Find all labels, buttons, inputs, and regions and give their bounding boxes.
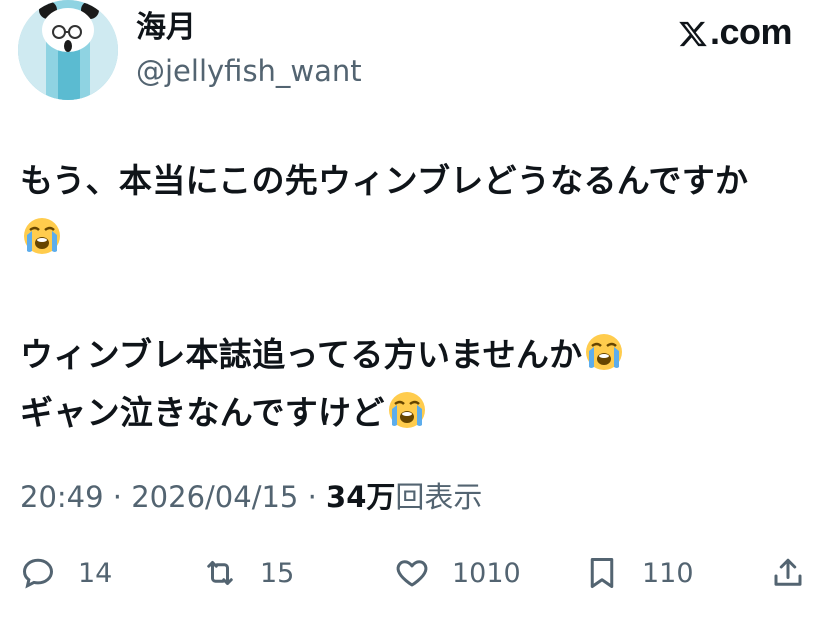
reply-icon bbox=[22, 558, 54, 589]
avatar-image bbox=[18, 0, 118, 100]
reply-count: 14 bbox=[78, 557, 113, 589]
repost-count: 15 bbox=[260, 557, 295, 589]
x-logo-icon bbox=[679, 21, 707, 47]
tweet-time[interactable]: 20:49 bbox=[20, 480, 104, 514]
tweet-line: もう、本当にこの先ウィンブレどうなるんですか bbox=[20, 152, 808, 210]
like-button[interactable]: 1010 bbox=[394, 548, 521, 598]
tweet-line: ウィンブレ本誌追ってる方いませんか bbox=[20, 326, 808, 384]
loudly-crying-face-icon bbox=[388, 392, 425, 428]
repost-icon bbox=[207, 561, 233, 585]
tweet-text: もう、本当にこの先ウィンブレどうなるんですか ウィンブレ本誌追ってる方いませんか… bbox=[20, 152, 808, 442]
share-icon bbox=[774, 558, 802, 586]
tweet-line-text: ウィンブレ本誌追ってる方いませんか bbox=[20, 335, 583, 374]
repost-button[interactable]: 15 bbox=[202, 548, 294, 598]
tweet-date[interactable]: 2026/04/15 bbox=[131, 480, 298, 514]
tweet-line bbox=[20, 210, 808, 268]
heart-icon bbox=[396, 560, 428, 587]
share-button[interactable] bbox=[770, 548, 828, 598]
x-brand: .com bbox=[678, 10, 793, 54]
loudly-crying-face-icon bbox=[24, 218, 60, 254]
tweet-line-text: もう、本当にこの先ウィンブレどうなるんですか bbox=[20, 161, 749, 200]
reply-button[interactable]: 14 bbox=[20, 548, 112, 598]
bookmark-button[interactable]: 110 bbox=[584, 548, 694, 598]
action-bar: 14 15 1010 110 bbox=[0, 548, 828, 598]
tweet-line: ギャン泣きなんですけど bbox=[20, 384, 808, 442]
bookmark-count: 110 bbox=[642, 557, 694, 589]
bookmark-icon bbox=[590, 558, 614, 588]
avatar[interactable] bbox=[18, 0, 118, 100]
display-name[interactable]: 海月 bbox=[136, 8, 196, 48]
views-count: 34万 bbox=[326, 480, 396, 514]
meta-separator: · bbox=[307, 480, 317, 514]
meta-separator: · bbox=[112, 480, 123, 514]
tweet-line-text: ギャン泣きなんですけど bbox=[20, 393, 385, 432]
like-count: 1010 bbox=[452, 557, 521, 589]
user-handle[interactable]: @jellyfish_want bbox=[136, 52, 362, 90]
tweet-meta: 20:49 · 2026/04/15 · 34万回表示 bbox=[20, 474, 482, 520]
loudly-crying-face-icon bbox=[586, 334, 623, 370]
views-label: 回表示 bbox=[395, 480, 483, 514]
brand-label: .com bbox=[709, 11, 793, 52]
